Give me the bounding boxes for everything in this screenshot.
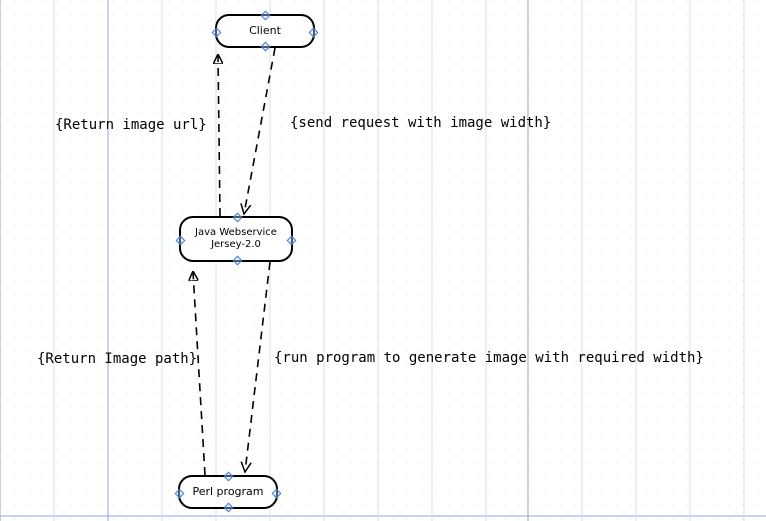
- label-send-request: {send request with image width}: [290, 115, 551, 131]
- node-java-label: Java Webservice Jersey-2.0: [195, 227, 277, 252]
- label-run-program: {run program to generate image with requ…: [274, 350, 704, 366]
- node-client-label: Client: [249, 24, 281, 38]
- node-client[interactable]: Client: [215, 14, 315, 48]
- node-perl-label: Perl program: [192, 485, 263, 499]
- diagram-canvas: Client Java Webservice Jersey-2.0 Perl p…: [0, 0, 766, 521]
- grid-background: [0, 0, 766, 521]
- label-return-image-path: {Return Image path}: [37, 351, 197, 367]
- label-return-image-url: {Return image url}: [55, 117, 207, 133]
- node-perl-program[interactable]: Perl program: [178, 475, 278, 509]
- node-java-webservice[interactable]: Java Webservice Jersey-2.0: [179, 216, 293, 262]
